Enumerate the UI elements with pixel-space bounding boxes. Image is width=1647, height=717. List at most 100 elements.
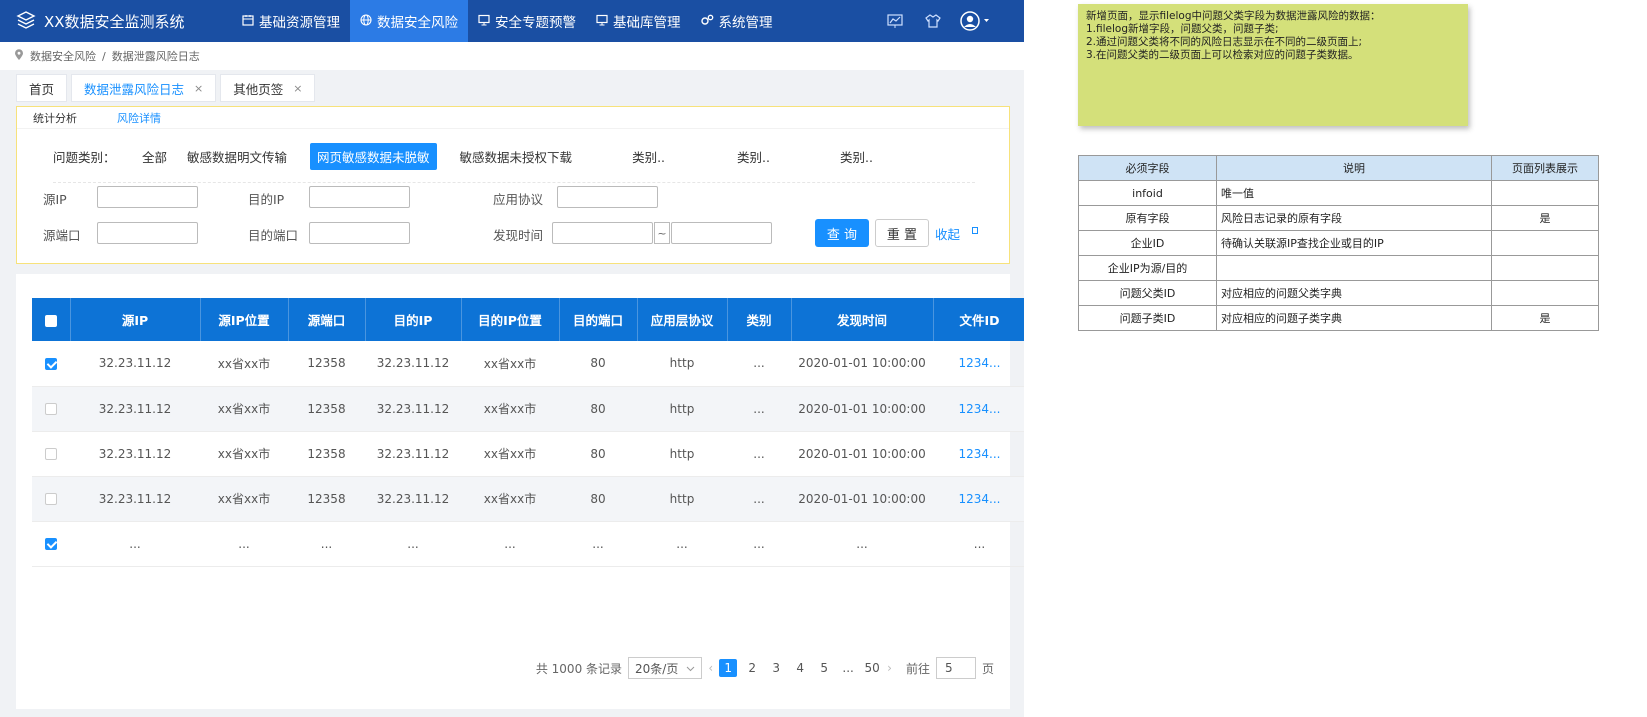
column-header[interactable]: 源IP位置 xyxy=(200,298,289,341)
spec-body: infoid 唯一值 原有字段 风险日志记录的原有字段是企业ID 待确认关联源IP查找企… xyxy=(1078,180,1599,331)
table-cell[interactable]: ... xyxy=(933,521,1024,567)
table-cell: http xyxy=(637,386,727,432)
row-checkbox[interactable] xyxy=(45,538,57,550)
select-all-cell[interactable] xyxy=(32,298,71,341)
user-avatar-icon[interactable] xyxy=(960,10,994,32)
subtab-risk-detail[interactable]: 风险详情 xyxy=(117,110,161,126)
row-select-cell[interactable] xyxy=(32,431,70,477)
nav-item-resources[interactable]: 基础资源管理 xyxy=(232,0,350,42)
row-select-cell[interactable] xyxy=(32,521,70,567)
page-number[interactable]: 3 xyxy=(767,659,785,677)
nav-item-library[interactable]: 基础库管理 xyxy=(586,0,691,42)
tab-home[interactable]: 首页 xyxy=(16,74,68,102)
breadcrumb-root[interactable]: 数据安全风险 xyxy=(30,48,96,64)
close-icon[interactable]: × xyxy=(293,82,302,95)
table-header-row: 源IP 源IP位置 源端口 目的IP 目的IP位置 目的端口 应用层协议 类别 … xyxy=(32,298,1024,341)
nav-item-system[interactable]: 系统管理 xyxy=(691,0,783,42)
spec-cell: 风险日志记录的原有字段 xyxy=(1216,205,1492,231)
row-select-cell[interactable] xyxy=(32,341,70,387)
row-checkbox[interactable] xyxy=(45,493,57,505)
page-number[interactable]: 5 xyxy=(815,659,833,677)
total-count: 共 1000 条记录 xyxy=(535,661,623,676)
prev-page-icon[interactable]: ‹ xyxy=(708,661,713,675)
table-cell[interactable]: 1234... xyxy=(933,476,1024,522)
row-select-cell[interactable] xyxy=(32,386,70,432)
row-select-cell[interactable] xyxy=(32,476,70,522)
table-cell[interactable]: 1234... xyxy=(933,341,1024,387)
column-header[interactable]: 目的IP xyxy=(365,298,462,341)
table-cell[interactable]: 1234... xyxy=(933,431,1024,477)
page-number[interactable]: 4 xyxy=(791,659,809,677)
shirt-icon[interactable] xyxy=(922,10,944,32)
row-checkbox[interactable] xyxy=(45,448,57,460)
table-row[interactable]: 32.23.11.12 xx省xx市 12358 32.23.11.12 xx省xx市 8… xyxy=(32,341,1024,387)
tab-label: 数据泄露风险日志 xyxy=(84,81,185,97)
table-row[interactable]: 32.23.11.12 xx省xx市 12358 32.23.11.12 xx省xx市 8… xyxy=(32,476,1024,522)
table-cell: 12358 xyxy=(288,431,365,477)
protocol-input[interactable] xyxy=(557,186,658,208)
table-cell: 32.23.11.12 xyxy=(70,386,200,432)
select-all-checkbox[interactable] xyxy=(44,314,57,327)
tab-other[interactable]: 其他页签 × xyxy=(220,74,316,102)
spec-header: 必须字段 xyxy=(1078,155,1217,181)
column-header[interactable]: 应用层协议 xyxy=(637,298,728,341)
collapse-link[interactable]: 收起 xyxy=(935,224,960,243)
page-number[interactable]: 2 xyxy=(743,659,761,677)
page-number[interactable]: 1 xyxy=(719,659,738,677)
column-header[interactable]: 目的IP位置 xyxy=(461,298,560,341)
page-number[interactable]: 50 xyxy=(863,659,881,677)
src-ip-input[interactable] xyxy=(97,186,198,208)
time-start-input[interactable] xyxy=(552,222,653,244)
column-header[interactable]: 发现时间 xyxy=(791,298,934,341)
breadcrumb-current: 数据泄露风险日志 xyxy=(111,50,200,63)
tab-label: 其他页签 xyxy=(233,81,284,97)
tab-leak-log[interactable]: 数据泄露风险日志 × xyxy=(71,74,217,102)
category-more-3[interactable]: 类别.. xyxy=(833,143,880,170)
table-row[interactable]: .............................. xyxy=(32,521,1024,567)
table-cell: 32.23.11.12 xyxy=(365,431,461,477)
reset-button[interactable]: 重 置 xyxy=(875,219,929,247)
table-row[interactable]: 32.23.11.12 xx省xx市 12358 32.23.11.12 xx省xx市 8… xyxy=(32,386,1024,432)
results-panel: 源IP 源IP位置 源端口 目的IP 目的IP位置 目的端口 应用层协议 类别 … xyxy=(16,274,1024,709)
row-checkbox[interactable] xyxy=(45,403,57,415)
column-header[interactable]: 文件ID xyxy=(933,298,1024,341)
category-plaintext[interactable]: 敏感数据明文传输 xyxy=(180,143,294,170)
category-all[interactable]: 全部 xyxy=(135,143,174,170)
table-row[interactable]: 32.23.11.12 xx省xx市 12358 32.23.11.12 xx省xx市 8… xyxy=(32,431,1024,477)
query-button[interactable]: 查 询 xyxy=(815,219,869,247)
found-time-label: 发现时间 xyxy=(493,228,544,243)
column-header[interactable]: 源IP xyxy=(70,298,201,341)
page-size-select[interactable]: 20条/页 xyxy=(628,657,703,679)
column-header[interactable]: 源端口 xyxy=(288,298,366,341)
nav-item-data-risk[interactable]: 数据安全风险 xyxy=(350,0,468,42)
screen-chart-icon[interactable] xyxy=(884,10,906,32)
main-nav: 基础资源管理 数据安全风险 安全专题预警 基础库管理 系统管理 xyxy=(232,0,783,42)
dst-ip-input[interactable] xyxy=(309,186,410,208)
table-cell: ... xyxy=(288,521,365,567)
next-page-icon[interactable]: › xyxy=(887,661,892,675)
table-cell[interactable]: 1234... xyxy=(933,386,1024,432)
row-checkbox[interactable] xyxy=(45,357,57,370)
toolbar-right xyxy=(884,0,994,42)
table-cell: 80 xyxy=(559,341,637,387)
collapse-icon[interactable] xyxy=(972,227,979,238)
nav-item-alerts[interactable]: 安全专题预警 xyxy=(468,0,586,42)
subtab-statistics[interactable]: 统计分析 xyxy=(33,110,77,126)
table-cell: http xyxy=(637,341,727,387)
close-icon[interactable]: × xyxy=(194,82,203,95)
page-tabs: 首页 数据泄露风险日志 × 其他页签 × xyxy=(16,74,316,102)
page-suffix: 页 xyxy=(981,661,994,676)
dst-port-input[interactable] xyxy=(309,222,410,244)
table-cell: xx省xx市 xyxy=(461,476,559,522)
column-header[interactable]: 类别 xyxy=(727,298,792,341)
time-end-input[interactable] xyxy=(671,222,772,244)
category-more-1[interactable]: 类别.. xyxy=(625,143,672,170)
category-more-2[interactable]: 类别.. xyxy=(730,143,777,170)
category-unauthorized[interactable]: 敏感数据未授权下载 xyxy=(453,143,580,170)
category-unmasked[interactable]: 网页敏感数据未脱敏 xyxy=(310,142,437,170)
spec-cell: 对应相应的问题父类字典 xyxy=(1216,280,1492,306)
location-pin-icon xyxy=(14,48,24,64)
src-port-input[interactable] xyxy=(97,222,198,244)
goto-page-input[interactable]: 5 xyxy=(935,657,976,679)
column-header[interactable]: 目的端口 xyxy=(559,298,638,341)
